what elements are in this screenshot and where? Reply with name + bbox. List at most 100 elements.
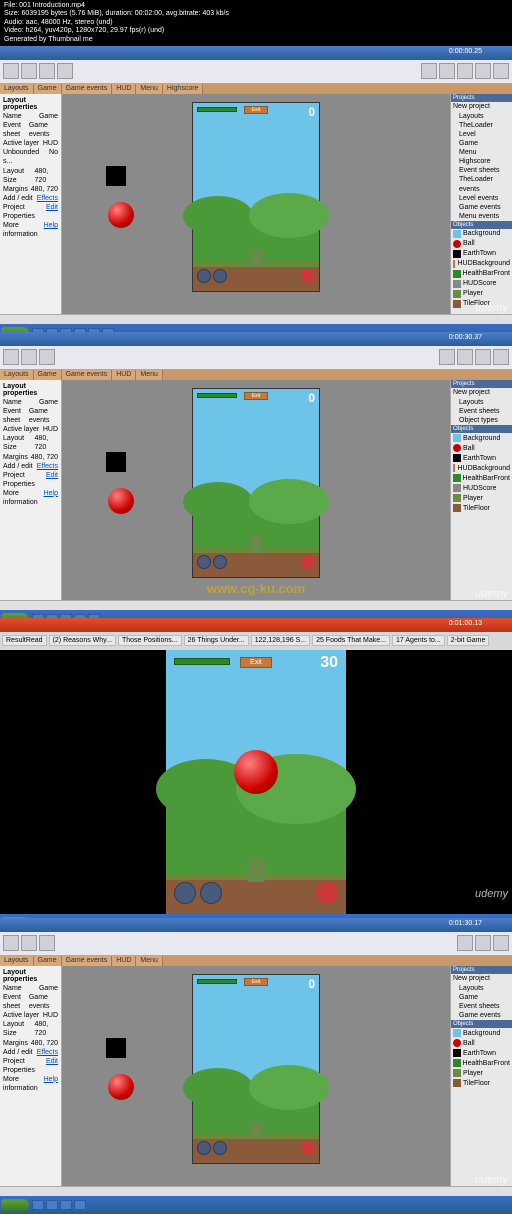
black-square-object[interactable] bbox=[106, 1038, 126, 1058]
tab[interactable]: HUD bbox=[112, 370, 136, 380]
layout-canvas[interactable]: Exit 0 bbox=[62, 966, 450, 1186]
ribbon-button[interactable] bbox=[475, 349, 491, 365]
left-arrow-icon[interactable] bbox=[197, 269, 211, 283]
ribbon-button[interactable] bbox=[493, 63, 509, 79]
fire-button-icon[interactable] bbox=[316, 882, 338, 904]
ribbon-button[interactable] bbox=[3, 63, 19, 79]
tab[interactable]: Game events bbox=[62, 370, 113, 380]
tab[interactable]: Layouts bbox=[0, 956, 34, 966]
browser-tab[interactable]: (2) Reasons Why... bbox=[49, 635, 116, 646]
right-arrow-icon[interactable] bbox=[213, 1141, 227, 1155]
ribbon-button[interactable] bbox=[493, 935, 509, 951]
tree-item[interactable]: Game bbox=[451, 139, 512, 148]
exit-button[interactable]: Exit bbox=[244, 106, 268, 114]
game-running[interactable]: Exit 30 bbox=[166, 650, 346, 914]
ribbon-button[interactable] bbox=[439, 349, 455, 365]
tree-item[interactable]: Layouts bbox=[451, 112, 512, 121]
black-square-object[interactable] bbox=[106, 166, 126, 186]
exit-button[interactable]: Exit bbox=[244, 392, 268, 400]
tree-item[interactable]: TheLoader events bbox=[451, 175, 512, 193]
red-ball-object[interactable] bbox=[108, 488, 134, 514]
tree-item[interactable]: Event sheets bbox=[451, 166, 512, 175]
fire-button-icon[interactable] bbox=[301, 269, 315, 283]
exit-button[interactable]: Exit bbox=[244, 978, 268, 986]
layout-canvas[interactable]: Exit 0 bbox=[62, 94, 450, 314]
ribbon-button[interactable] bbox=[3, 349, 19, 365]
browser-tab[interactable]: Those Positions... bbox=[118, 635, 182, 646]
taskbar-icon[interactable] bbox=[46, 1200, 58, 1210]
ribbon-button[interactable] bbox=[457, 935, 473, 951]
object-item[interactable]: HUDScore bbox=[451, 279, 512, 289]
ribbon-button[interactable] bbox=[39, 63, 55, 79]
window-titlebar[interactable] bbox=[0, 46, 512, 60]
tab-highscore[interactable]: Highscore bbox=[163, 84, 204, 94]
tree-item[interactable]: Game events bbox=[451, 203, 512, 212]
ribbon-button[interactable] bbox=[493, 349, 509, 365]
tab-game-events[interactable]: Game events bbox=[62, 84, 113, 94]
tab-game[interactable]: Game bbox=[34, 84, 62, 94]
browser-tab[interactable]: 25 Foods That Make... bbox=[312, 635, 390, 646]
browser-titlebar[interactable] bbox=[0, 618, 512, 632]
object-item[interactable]: EarthTown bbox=[451, 249, 512, 259]
tab[interactable]: Game events bbox=[62, 956, 113, 966]
tab[interactable]: Game bbox=[34, 956, 62, 966]
ribbon-button[interactable] bbox=[21, 63, 37, 79]
ribbon-button[interactable] bbox=[3, 935, 19, 951]
tab-layouts[interactable]: Layouts bbox=[0, 84, 34, 94]
tree-item[interactable]: Menu bbox=[451, 148, 512, 157]
object-item[interactable]: HealthBarFront bbox=[451, 269, 512, 279]
right-arrow-icon[interactable] bbox=[200, 882, 222, 904]
ribbon-button[interactable] bbox=[439, 63, 455, 79]
browser-tab[interactable]: 122,128,196 S... bbox=[251, 635, 310, 646]
ribbon-button[interactable] bbox=[21, 349, 37, 365]
taskbar-icon[interactable] bbox=[60, 1200, 72, 1210]
tree-item[interactable]: Level bbox=[451, 130, 512, 139]
tab-hud[interactable]: HUD bbox=[112, 84, 136, 94]
tab[interactable]: Menu bbox=[136, 370, 163, 380]
exit-button[interactable]: Exit bbox=[240, 657, 272, 668]
right-arrow-icon[interactable] bbox=[213, 555, 227, 569]
ribbon-button[interactable] bbox=[39, 935, 55, 951]
tree-root[interactable]: New project bbox=[451, 102, 512, 112]
red-ball-object[interactable] bbox=[108, 1074, 134, 1100]
object-item[interactable]: Ball bbox=[451, 239, 512, 249]
ribbon-button[interactable] bbox=[39, 349, 55, 365]
tree-item[interactable]: Highscore bbox=[451, 157, 512, 166]
taskbar-icon[interactable] bbox=[32, 1200, 44, 1210]
object-item[interactable]: HUDBackground bbox=[451, 259, 512, 269]
tab[interactable]: HUD bbox=[112, 956, 136, 966]
tab-menu[interactable]: Menu bbox=[136, 84, 163, 94]
left-arrow-icon[interactable] bbox=[197, 1141, 211, 1155]
object-item[interactable]: Background bbox=[451, 229, 512, 239]
ribbon-button[interactable] bbox=[475, 63, 491, 79]
layout-canvas[interactable]: Exit 0 www.cg-ku.com bbox=[62, 380, 450, 600]
ribbon-button[interactable] bbox=[421, 63, 437, 79]
left-arrow-icon[interactable] bbox=[197, 555, 211, 569]
browser-tab[interactable]: 17 Agents to... bbox=[392, 635, 445, 646]
tab[interactable]: Layouts bbox=[0, 370, 34, 380]
object-item[interactable]: Player bbox=[451, 289, 512, 299]
browser-tab[interactable]: 2-bit Game bbox=[447, 635, 490, 646]
window-titlebar[interactable] bbox=[0, 332, 512, 346]
tab[interactable]: Game bbox=[34, 370, 62, 380]
tree-item[interactable]: TheLoader bbox=[451, 121, 512, 130]
ribbon-button[interactable] bbox=[457, 349, 473, 365]
tab[interactable]: Menu bbox=[136, 956, 163, 966]
fire-button-icon[interactable] bbox=[301, 555, 315, 569]
browser-tab[interactable]: ResultRead bbox=[2, 635, 47, 646]
fire-button-icon[interactable] bbox=[301, 1141, 315, 1155]
left-arrow-icon[interactable] bbox=[174, 882, 196, 904]
ribbon-button[interactable] bbox=[21, 935, 37, 951]
ribbon-button[interactable] bbox=[457, 63, 473, 79]
ribbon-button[interactable] bbox=[57, 63, 73, 79]
ribbon-button[interactable] bbox=[475, 935, 491, 951]
tree-item[interactable]: Level events bbox=[451, 194, 512, 203]
black-square-object[interactable] bbox=[106, 452, 126, 472]
tree-item[interactable]: Menu events bbox=[451, 212, 512, 221]
window-titlebar[interactable] bbox=[0, 918, 512, 932]
browser-tab[interactable]: 26 Things Under... bbox=[184, 635, 249, 646]
start-button[interactable] bbox=[1, 1199, 29, 1211]
right-arrow-icon[interactable] bbox=[213, 269, 227, 283]
red-ball-object[interactable] bbox=[108, 202, 134, 228]
taskbar-icon[interactable] bbox=[74, 1200, 86, 1210]
